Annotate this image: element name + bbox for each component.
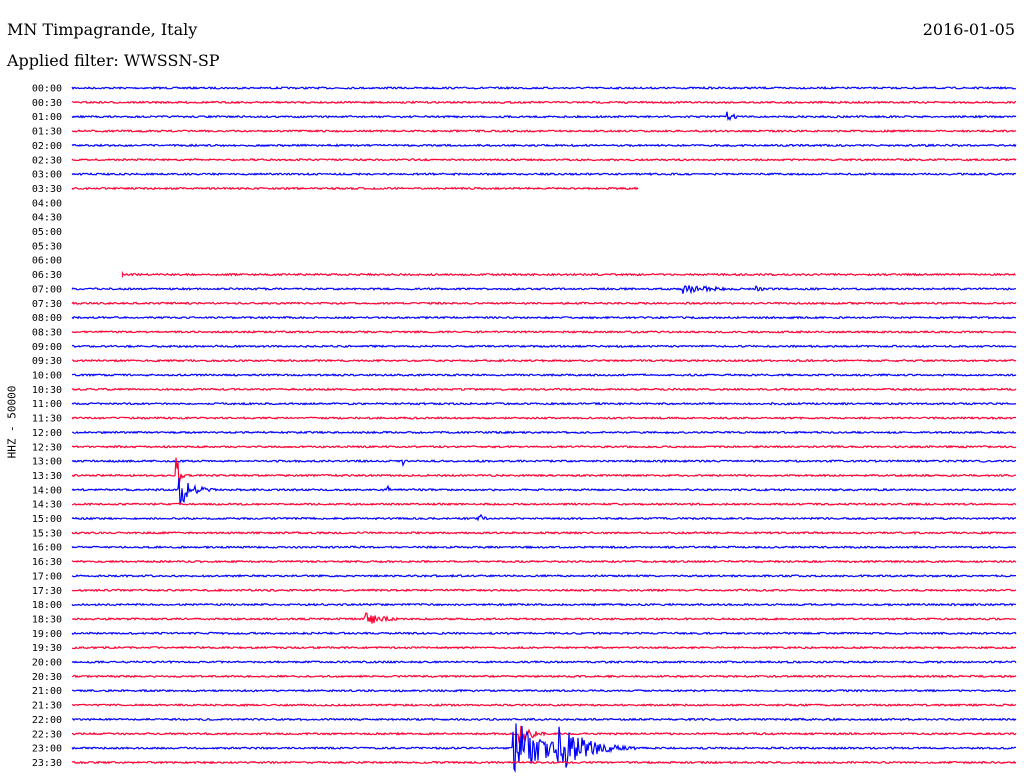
- row-tick-label: 03:30: [32, 184, 62, 195]
- row-tick-label: 19:00: [32, 629, 62, 640]
- trace-line-0230: [71, 157, 1017, 162]
- row-tick-label: 22:30: [32, 729, 62, 740]
- row-tick-label: 14:30: [32, 500, 62, 511]
- row-tick-label: 22:00: [32, 715, 62, 726]
- row-tick-label: 05:00: [32, 227, 62, 238]
- seismogram-plot: 00:00 00:30 01:00 01:30 02:00 02:30 03:00 03:30…: [32, 84, 1017, 773]
- trace-line-0630: [122, 272, 1016, 277]
- trace-line-0130: [71, 129, 1017, 134]
- row-tick-label: 23:30: [32, 758, 62, 769]
- trace-line-2030: [71, 674, 1017, 679]
- trace-line-1030: [71, 387, 1017, 392]
- trace-line-0930: [71, 358, 1017, 363]
- trace-line-0100: [71, 111, 1017, 122]
- trace-line-2230: [72, 725, 1017, 744]
- row-tick-label: 00:30: [32, 98, 62, 109]
- trace-line-0800: [71, 315, 1017, 320]
- row-tick-label: 01:00: [32, 112, 62, 123]
- row-tick-label: 15:00: [32, 514, 62, 525]
- row-tick-label: 09:30: [32, 356, 62, 367]
- row-tick-label: 09:00: [32, 342, 62, 353]
- row-tick-label: 03:00: [32, 170, 62, 181]
- trace-line-0200: [71, 143, 1017, 148]
- row-tick-label: 00:00: [32, 84, 62, 95]
- trace-line-1500: [71, 513, 1017, 522]
- row-tick-label: 02:30: [32, 155, 62, 166]
- row-tick-label: 18:00: [32, 600, 62, 611]
- trace-line-2200: [71, 717, 1017, 722]
- row-tick-label: 21:30: [32, 701, 62, 712]
- row-tick-label: 08:00: [32, 313, 62, 324]
- row-tick-label: 23:00: [32, 744, 62, 755]
- trace-line-2300: [71, 723, 1017, 773]
- row-tick-labels: 00:00 00:30 01:00 01:30 02:00 02:30 03:00 03:30…: [32, 84, 62, 769]
- trace-line-1400: [71, 477, 1016, 504]
- row-tick-label: 01:30: [32, 127, 62, 138]
- trace-line-1230: [71, 444, 1017, 449]
- trace-line-2000: [71, 660, 1017, 665]
- row-tick-label: 12:00: [32, 428, 62, 439]
- trace-line-1900: [71, 631, 1017, 636]
- row-tick-label: 11:30: [32, 414, 62, 425]
- trace-line-0000: [71, 85, 1017, 91]
- trace-line-1930: [71, 645, 1017, 650]
- trace-line-1700: [71, 573, 1017, 578]
- row-tick-label: 21:00: [32, 686, 62, 697]
- row-tick-label: 11:00: [32, 399, 62, 410]
- trace-line-2130: [71, 703, 1017, 708]
- trace-line-1800: [71, 602, 1017, 607]
- row-tick-label: 07:30: [32, 299, 62, 310]
- row-tick-label: 04:00: [32, 198, 62, 209]
- trace-line-1730: [71, 588, 1017, 593]
- row-tick-label: 08:30: [32, 327, 62, 338]
- trace-line-1100: [71, 401, 1017, 406]
- trace-line-0030: [71, 100, 1017, 105]
- row-tick-label: 16:00: [32, 543, 62, 554]
- trace-line-0330: [71, 186, 639, 191]
- trace-line-1330: [71, 457, 1017, 485]
- row-tick-label: 10:30: [32, 385, 62, 396]
- trace-line-1530: [71, 530, 1017, 535]
- trace-line-0730: [71, 301, 1017, 306]
- row-tick-label: 12:30: [32, 442, 62, 453]
- trace-line-1600: [71, 545, 1017, 550]
- trace-line-2100: [72, 688, 1017, 693]
- row-tick-label: 13:30: [32, 471, 62, 482]
- seismogram-traces: [71, 85, 1017, 773]
- row-tick-label: 06:00: [32, 256, 62, 267]
- trace-line-1630: [71, 559, 1017, 564]
- trace-line-0900: [71, 344, 1017, 349]
- row-tick-label: 13:00: [32, 457, 62, 468]
- row-tick-label: 10:00: [32, 371, 62, 382]
- trace-line-0700: [71, 285, 1017, 295]
- row-tick-label: 20:00: [32, 658, 62, 669]
- trace-line-2330: [72, 760, 1017, 765]
- row-tick-label: 04:30: [32, 213, 62, 224]
- trace-line-1300: [71, 459, 1017, 468]
- row-tick-label: 05:30: [32, 241, 62, 252]
- row-tick-label: 06:30: [32, 270, 62, 281]
- row-tick-label: 15:30: [32, 528, 62, 539]
- trace-line-1430: [71, 502, 1017, 507]
- row-tick-label: 16:30: [32, 557, 62, 568]
- trace-line-1830: [71, 612, 1017, 624]
- row-tick-label: 20:30: [32, 672, 62, 683]
- row-tick-label: 02:00: [32, 141, 62, 152]
- row-tick-label: 17:00: [32, 571, 62, 582]
- trace-line-0300: [71, 172, 1017, 177]
- trace-line-1000: [71, 373, 1017, 378]
- row-tick-label: 14:00: [32, 485, 62, 496]
- trace-line-1130: [71, 416, 1017, 420]
- row-tick-label: 18:30: [32, 614, 62, 625]
- trace-line-1200: [71, 430, 1017, 435]
- row-tick-label: 19:30: [32, 643, 62, 654]
- row-tick-label: 17:30: [32, 586, 62, 597]
- trace-line-0830: [71, 330, 1017, 334]
- row-tick-label: 07:00: [32, 284, 62, 295]
